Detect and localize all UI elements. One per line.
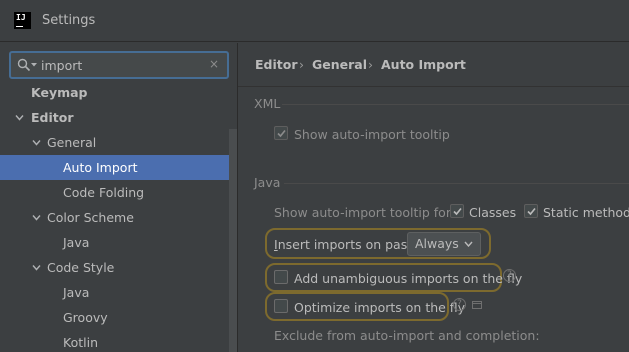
search-box[interactable]: × xyxy=(9,51,229,79)
project-scope-icon xyxy=(472,301,482,309)
tree-item-code-folding[interactable]: Code Folding xyxy=(0,180,237,205)
add-unambiguous-checkbox[interactable] xyxy=(274,270,288,284)
classes-label[interactable]: Classes xyxy=(469,205,516,220)
chevron-down-icon xyxy=(464,241,473,247)
tree-item-color-scheme-java[interactable]: Java xyxy=(0,230,237,255)
add-unambiguous-label[interactable]: Add unambiguous imports on the fly xyxy=(294,271,522,286)
chevron-down-icon[interactable] xyxy=(32,263,41,272)
tree-item-kotlin[interactable]: Kotlin xyxy=(0,330,237,352)
tree-item-groovy[interactable]: Groovy xyxy=(0,305,237,330)
section-title-java: Java xyxy=(254,175,281,190)
chevron-down-icon[interactable] xyxy=(15,113,24,122)
tree-item-label: Keymap xyxy=(31,85,88,100)
insert-on-paste-select[interactable]: Always xyxy=(407,232,481,256)
tree-item-label: Java xyxy=(63,235,90,250)
insert-on-paste-label: Insert imports on paste: xyxy=(274,237,425,252)
settings-sidebar: × Keymap Editor General Auto Import Code… xyxy=(0,43,237,352)
tree-item-label: Groovy xyxy=(63,310,108,325)
title-bar: IJ Settings xyxy=(0,0,629,42)
tree-item-general[interactable]: General xyxy=(0,130,237,155)
tree-item-label: Editor xyxy=(31,110,74,125)
checkmark-icon xyxy=(527,207,536,216)
clear-search-icon[interactable]: × xyxy=(209,57,219,71)
exclude-label: Exclude from auto-import and completion: xyxy=(274,328,540,343)
tree-item-keymap[interactable]: Keymap xyxy=(0,80,237,105)
optimize-imports-checkbox[interactable] xyxy=(274,299,288,313)
app-logo: IJ xyxy=(14,12,31,29)
tree-item-editor[interactable]: Editor xyxy=(0,105,237,130)
tree-item-auto-import[interactable]: Auto Import xyxy=(0,155,237,180)
checkmark-icon xyxy=(277,129,286,138)
help-icon[interactable]: ? xyxy=(503,269,516,282)
tree-item-code-style[interactable]: Code Style xyxy=(0,255,237,280)
breadcrumb: Editor › General › Auto Import xyxy=(238,43,629,87)
settings-content: Editor › General › Auto Import XML Show … xyxy=(238,43,629,352)
search-input[interactable] xyxy=(41,56,201,75)
tree-item-color-scheme[interactable]: Color Scheme xyxy=(0,205,237,230)
search-icon xyxy=(17,58,31,72)
breadcrumb-auto-import: Auto Import xyxy=(381,57,466,72)
tree-item-label: Kotlin xyxy=(63,335,98,350)
chevron-down-icon[interactable] xyxy=(32,138,41,147)
breadcrumb-separator: › xyxy=(368,57,373,72)
breadcrumb-general[interactable]: General xyxy=(312,57,367,72)
static-methods-checkbox[interactable] xyxy=(524,204,538,218)
xml-show-tooltip-checkbox[interactable] xyxy=(274,126,288,140)
section-title-xml: XML xyxy=(254,96,281,111)
tree-item-label: Code Folding xyxy=(63,185,145,200)
help-icon[interactable]: ? xyxy=(453,298,466,311)
tree-item-label: Code Style xyxy=(47,260,115,275)
static-methods-label[interactable]: Static methods xyxy=(543,205,629,220)
tree-item-label: Java xyxy=(63,285,90,300)
xml-show-tooltip-label[interactable]: Show auto-import tooltip xyxy=(294,127,450,142)
tree-item-label: General xyxy=(47,135,97,150)
optimize-imports-label[interactable]: Optimize imports on the fly xyxy=(294,300,465,315)
search-history-chevron-icon[interactable] xyxy=(31,62,37,68)
window-title: Settings xyxy=(42,13,96,28)
tree-item-label: Auto Import xyxy=(63,160,138,175)
tooltip-for-label: Show auto-import tooltip for: xyxy=(274,205,455,220)
chevron-down-icon[interactable] xyxy=(32,213,41,222)
section-separator xyxy=(284,183,629,184)
insert-on-paste-value: Always xyxy=(415,236,459,251)
breadcrumb-separator: › xyxy=(299,57,304,72)
classes-checkbox[interactable] xyxy=(450,204,464,218)
tree-item-code-style-java[interactable]: Java xyxy=(0,280,237,305)
breadcrumb-editor[interactable]: Editor xyxy=(255,57,298,72)
tree-item-label: Color Scheme xyxy=(47,210,134,225)
checkmark-icon xyxy=(453,207,462,216)
sidebar-scrollbar[interactable] xyxy=(229,129,237,352)
section-separator xyxy=(282,104,629,105)
